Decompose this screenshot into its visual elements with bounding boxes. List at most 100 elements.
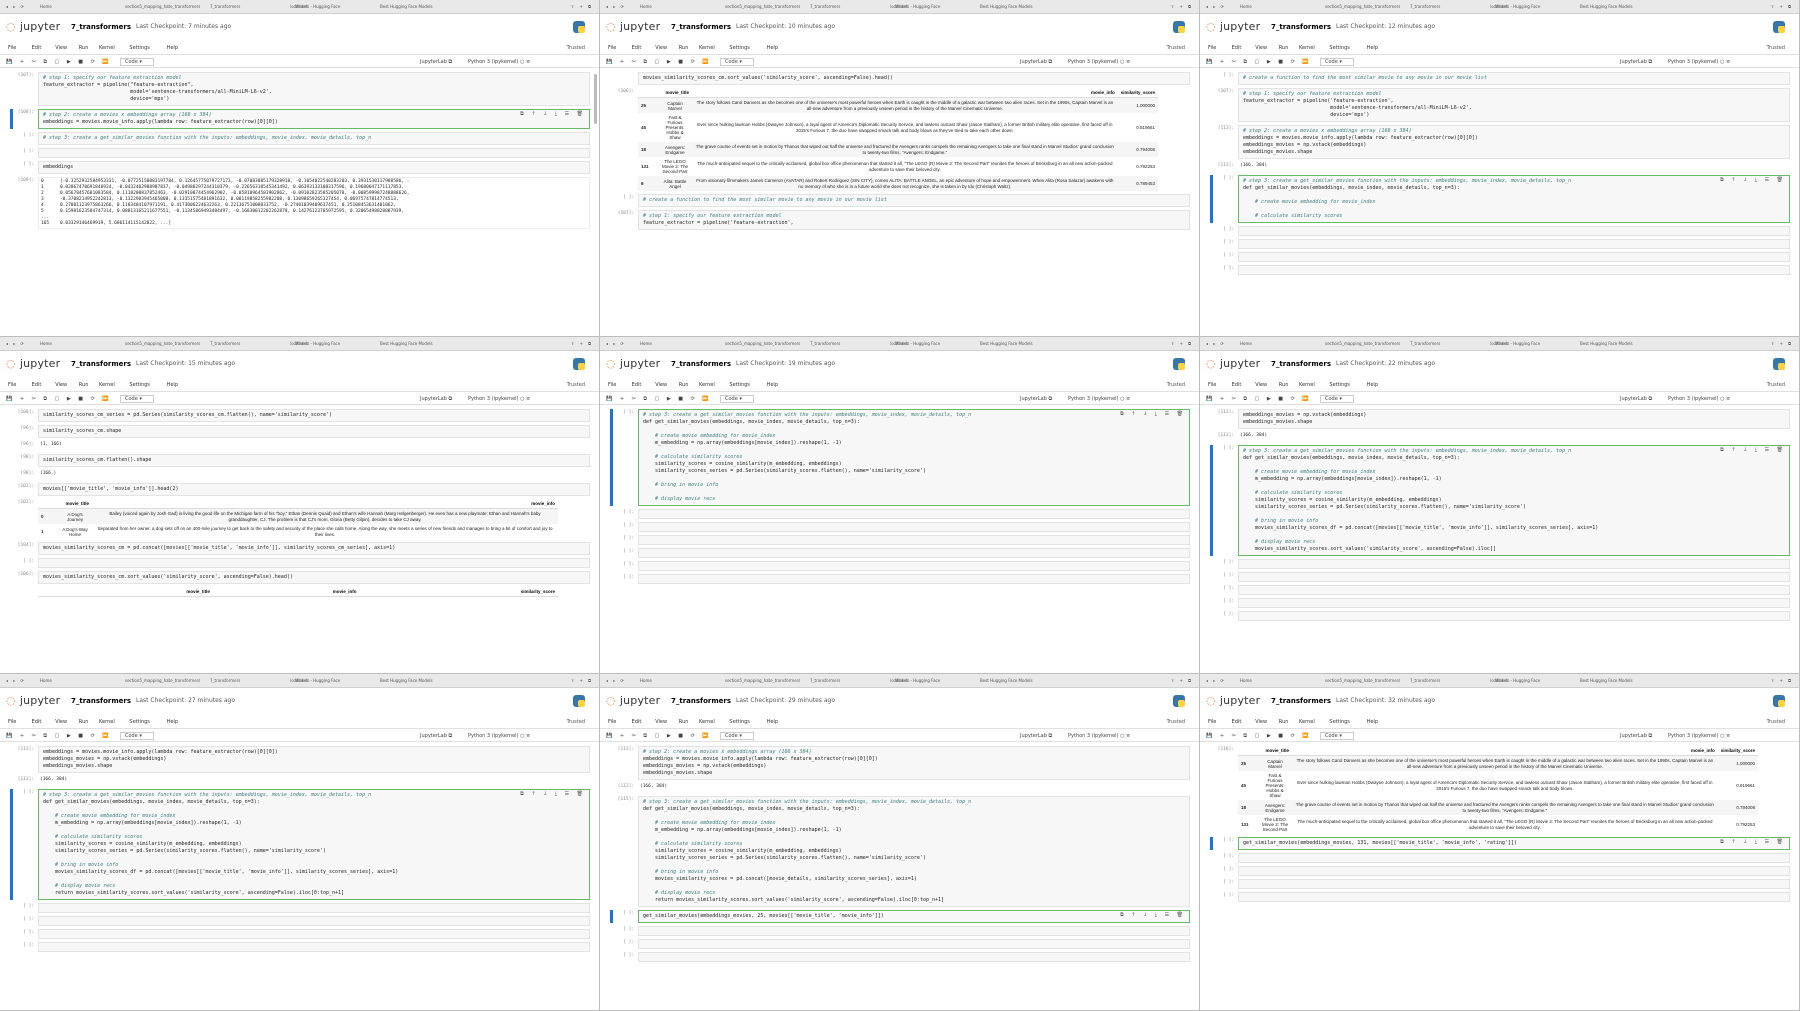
cell-type-select[interactable]: Code ▾	[720, 58, 754, 66]
browser-tab[interactable]: Best Hugging Face Models	[980, 678, 1055, 683]
browser-tool-icons[interactable]: ⇪ + ⧉	[1171, 678, 1193, 683]
menu-item-help[interactable]: Help	[167, 382, 178, 388]
notebook-cell[interactable]: [ ]:	[10, 929, 590, 939]
menu-item-edit[interactable]: Edit	[1232, 719, 1242, 725]
notebook-cell[interactable]: [ ]:	[1210, 265, 1790, 275]
menu-item-kernel[interactable]: Kernel	[99, 719, 115, 725]
url-bar[interactable]: localhost	[290, 341, 308, 346]
jupyterlab-link[interactable]: JupyterLab ⧉	[1020, 733, 1052, 739]
notebook-cell[interactable]: [ ]:	[1210, 252, 1790, 262]
menu-item-view[interactable]: View	[55, 382, 67, 388]
menu-item-edit[interactable]: Edit	[632, 719, 642, 725]
notebook-cell[interactable]: [ ]:	[610, 926, 1190, 936]
menu-item-edit[interactable]: Edit	[632, 45, 642, 51]
menu-item-file[interactable]: File	[1208, 719, 1216, 725]
browser-nav-icons[interactable]: ◂ ▸ ⟳	[1206, 4, 1226, 9]
kernel-status[interactable]: Python 3 (ipykernel) ○ ≡	[1068, 396, 1130, 402]
menu-item-file[interactable]: File	[1208, 382, 1216, 388]
browser-tab[interactable]: Best Hugging Face Models	[380, 678, 455, 683]
browser-tab[interactable]: 7_transformers	[210, 4, 285, 9]
notebook-cell[interactable]: [107]: # step 1: specify our feature extr…	[610, 210, 1190, 230]
notebook-cell[interactable]: [ ]:	[610, 535, 1190, 545]
notebook-cell[interactable]: [113]: (166, 384)	[1210, 432, 1790, 442]
url-bar[interactable]: localhost	[890, 341, 908, 346]
notebook-cell[interactable]: [113]: (166, 384)	[610, 783, 1190, 793]
code-editor[interactable]: embeddings = movies.movie_info.apply(lam…	[38, 746, 590, 773]
menu-item-kernel[interactable]: Kernel	[1299, 719, 1315, 725]
code-editor[interactable]	[1238, 572, 1790, 582]
menu-item-file[interactable]: File	[8, 45, 16, 51]
scrollbar-thumb[interactable]	[594, 74, 597, 124]
jupyter-logo[interactable]: ◌ jupyter	[606, 694, 660, 707]
browser-nav-icons[interactable]: ◂ ▸ ⟳	[1206, 678, 1226, 683]
code-editor[interactable]	[1238, 866, 1790, 876]
browser-tab[interactable]: section5_mapping_hate_transformers_code	[725, 4, 800, 9]
menu-item-run[interactable]: Run	[679, 382, 689, 388]
url-bar[interactable]: localhost	[1490, 341, 1508, 346]
menu-item-kernel[interactable]: Kernel	[699, 719, 715, 725]
code-editor[interactable]: # step 3: create a get_similar_movies fu…	[38, 789, 590, 900]
code-editor[interactable]: similarity_scores_cm.shape	[38, 425, 590, 438]
code-editor[interactable]	[638, 561, 1190, 571]
notebook-cell[interactable]: [ ]: # create a function to find the most…	[1210, 72, 1790, 85]
code-editor[interactable]: # step 3: create a get_similar_movies fu…	[1238, 445, 1790, 556]
menu-item-file[interactable]: File	[608, 719, 616, 725]
notebook-name[interactable]: 7_transformers	[71, 360, 131, 368]
notebook-cell[interactable]: movies_similarity_scores_cm.sort_values(…	[610, 72, 1190, 85]
menu-item-settings[interactable]: Settings	[1329, 719, 1350, 725]
browser-tab[interactable]: Best Hugging Face Models	[380, 341, 455, 346]
kernel-status[interactable]: Python 3 (ipykernel) ○ ≡	[1668, 59, 1730, 65]
browser-tool-icons[interactable]: ⇪ + ⧉	[1771, 4, 1793, 9]
notebook-cell[interactable]: [ ]:	[10, 903, 590, 913]
menu-item-file[interactable]: File	[608, 45, 616, 51]
kernel-status[interactable]: Python 3 (ipykernel) ○ ≡	[468, 396, 530, 402]
code-editor[interactable]: # create a function to find the most sim…	[1238, 72, 1790, 85]
code-editor[interactable]	[638, 574, 1190, 584]
toolbar-icons[interactable]: 💾 + ✂ ⧉ ▢ ▶ ■ ⟳ ⏩	[606, 396, 712, 402]
menu-item-kernel[interactable]: Kernel	[1299, 382, 1315, 388]
browser-tab[interactable]: section5_mapping_hate_transformers_code	[125, 678, 200, 683]
code-editor[interactable]: movies[['movie_title', 'movie_info']].he…	[38, 483, 590, 496]
notebook-name[interactable]: 7_transformers	[1271, 697, 1331, 705]
cell-type-select[interactable]: Code ▾	[120, 395, 154, 403]
notebook-cell[interactable]: [ ]:	[610, 509, 1190, 519]
jupyter-logo[interactable]: ◌ jupyter	[6, 20, 60, 33]
cell-type-select[interactable]: Code ▾	[1320, 732, 1354, 740]
code-editor[interactable]: # step 3: create a get_similar_movies fu…	[638, 796, 1190, 907]
notebook-cell[interactable]: [107]: # step 1: specify our feature extr…	[10, 72, 590, 106]
cell-type-select[interactable]: Code ▾	[1320, 58, 1354, 66]
menu-item-edit[interactable]: Edit	[32, 719, 42, 725]
code-editor[interactable]	[638, 522, 1190, 532]
browser-tab[interactable]: section5_mapping_hate_transformers_code	[1325, 678, 1400, 683]
menu-item-file[interactable]: File	[8, 719, 16, 725]
cell-toolbar-icons[interactable]: ⧉ ↑ ↓ ⤓ ☰ 🗑	[520, 791, 586, 797]
notebook-cell[interactable]: [ ]:	[1210, 879, 1790, 889]
browser-tab[interactable]: 7_transformers	[810, 341, 885, 346]
browser-tab[interactable]: Home	[40, 678, 115, 683]
kernel-status[interactable]: Python 3 (ipykernel) ○ ≡	[1668, 733, 1730, 739]
notebook-cell[interactable]: [ ]: get_similar_movies(embeddings_movies…	[610, 910, 1190, 923]
menu-item-view[interactable]: View	[655, 382, 667, 388]
browser-nav-icons[interactable]: ◂ ▸ ⟳	[6, 4, 26, 9]
cell-toolbar-icons[interactable]: ⧉ ↑ ↓ ⤓ ☰ 🗑	[1720, 447, 1786, 453]
code-editor[interactable]: embeddings	[38, 161, 590, 174]
code-editor[interactable]	[1238, 598, 1790, 608]
jupyter-logo[interactable]: ◌ jupyter	[1206, 694, 1260, 707]
browser-tab[interactable]: Best Hugging Face Models	[1580, 678, 1655, 683]
kernel-status[interactable]: Python 3 (ipykernel) ○ ≡	[468, 733, 530, 739]
browser-tab[interactable]: Home	[40, 341, 115, 346]
notebook-cell[interactable]: [ ]:	[1210, 226, 1790, 236]
menu-item-view[interactable]: View	[655, 719, 667, 725]
menu-item-help[interactable]: Help	[767, 45, 778, 51]
notebook-name[interactable]: 7_transformers	[671, 697, 731, 705]
browser-nav-icons[interactable]: ◂ ▸ ⟳	[6, 678, 26, 683]
browser-tab[interactable]: 7_transformers	[1410, 341, 1485, 346]
browser-tab[interactable]: 7_transformers	[810, 4, 885, 9]
notebook-cell[interactable]: [108]: # step 2: create a movies x embedd…	[10, 109, 590, 129]
notebook-cell[interactable]: [ ]:	[610, 574, 1190, 584]
notebook-cell[interactable]: [ ]:	[10, 942, 590, 952]
jupyter-logo[interactable]: ◌ jupyter	[606, 20, 660, 33]
browser-tab[interactable]: Best Hugging Face Models	[380, 4, 455, 9]
code-editor[interactable]	[1238, 265, 1790, 275]
browser-tab[interactable]: Home	[1240, 4, 1315, 9]
